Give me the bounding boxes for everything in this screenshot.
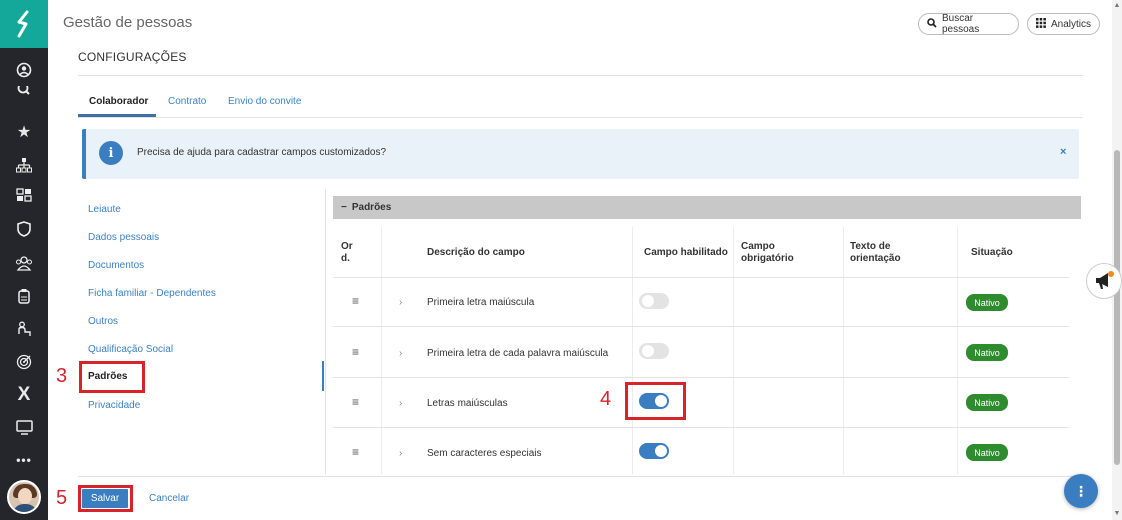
scroll-up-icon[interactable]: ▲ <box>1113 2 1121 10</box>
analytics-button[interactable]: Analytics <box>1027 13 1100 35</box>
field-description: Sem caracteres especiais <box>427 448 542 459</box>
org-chart-icon[interactable] <box>0 153 48 177</box>
row-divider <box>333 377 1069 378</box>
app-title: Gestão de pessoas <box>63 14 193 31</box>
annotation-box <box>79 361 145 393</box>
row-divider <box>333 277 1069 278</box>
col-divider <box>632 227 633 474</box>
sidebar: ★ X ••• <box>0 0 48 520</box>
active-nav-indicator <box>322 361 324 391</box>
nav-item-qualificacao-social[interactable]: Qualificação Social <box>88 344 173 355</box>
chevron-right-icon[interactable]: › <box>399 398 402 409</box>
header-description: Descrição do campo <box>427 247 525 258</box>
col-divider <box>843 227 844 474</box>
field-description: Primeira letra maiúscula <box>427 297 535 308</box>
tabs-divider <box>78 117 1083 118</box>
divider <box>78 75 1083 76</box>
section-header-padroes[interactable]: − Padrões <box>333 196 1081 219</box>
section-title: Padrões <box>351 202 392 213</box>
row-divider <box>333 427 1069 428</box>
chevron-right-icon[interactable]: › <box>399 448 402 459</box>
nav-divider <box>325 189 326 474</box>
scroll-thumb[interactable] <box>1114 150 1120 465</box>
more-icon[interactable]: ••• <box>0 448 48 472</box>
header-guidance: Texto de orientação <box>850 241 901 265</box>
header-status: Situação <box>971 247 1013 258</box>
annotation-number: 3 <box>56 365 68 387</box>
header-required: Campo obrigatório <box>741 241 794 265</box>
x-icon[interactable]: X <box>0 383 48 407</box>
annotation-box <box>625 382 686 420</box>
header-guidance-line2: orientação <box>850 253 901 264</box>
search-people-label: Buscar pessoas <box>942 13 980 35</box>
header-enabled: Campo habilitado <box>644 247 728 258</box>
status-badge: Nativo <box>966 444 1008 461</box>
header-required-line2: obrigatório <box>741 253 794 264</box>
chevron-right-icon[interactable]: › <box>399 297 402 308</box>
team-icon[interactable] <box>0 251 48 275</box>
drag-handle-icon[interactable]: ≡ <box>352 345 359 359</box>
analytics-label: Analytics <box>1051 18 1092 30</box>
tab-envio-do-convite[interactable]: Envio do convite <box>228 96 301 107</box>
target-icon[interactable] <box>0 350 48 374</box>
header-ord-line2: d. <box>341 253 350 264</box>
nav-item-documentos[interactable]: Documentos <box>88 260 144 271</box>
shield-icon[interactable] <box>0 217 48 241</box>
search-people-button[interactable]: Buscar pessoas <box>918 13 1019 35</box>
person-desk-icon[interactable] <box>0 317 48 341</box>
col-divider <box>957 227 958 474</box>
col-divider <box>381 227 382 474</box>
info-banner: i Precisa de ajuda para cadastrar campos… <box>82 129 1079 179</box>
grid-icon <box>1036 17 1046 31</box>
field-description: Primeira letra de cada palavra maiúscula <box>427 348 609 359</box>
collapse-icon[interactable]: − <box>341 202 347 213</box>
nav-item-leiaute[interactable]: Leiaute <box>88 204 121 215</box>
nav-item-outros[interactable]: Outros <box>88 316 118 327</box>
info-text: Precisa de ajuda para cadastrar campos c… <box>137 147 387 158</box>
tab-contrato[interactable]: Contrato <box>168 96 206 107</box>
col-divider <box>733 227 734 474</box>
page-title: CONFIGURAÇÕES <box>78 50 187 64</box>
star-icon[interactable]: ★ <box>0 120 48 144</box>
logo-icon[interactable] <box>0 0 48 48</box>
annotation-number: 4 <box>600 388 612 410</box>
enabled-toggle[interactable] <box>639 343 669 359</box>
nav-item-dados-pessoais[interactable]: Dados pessoais <box>88 232 159 243</box>
page-scrollbar[interactable]: ▲ ▼ <box>1112 0 1122 520</box>
search-icon[interactable] <box>0 86 48 100</box>
monitor-icon[interactable] <box>0 415 48 439</box>
drag-handle-icon[interactable]: ≡ <box>352 445 359 459</box>
status-badge: Nativo <box>966 294 1008 311</box>
drag-handle-icon[interactable]: ≡ <box>352 395 359 409</box>
help-fab-button[interactable]: ⋮ <box>1064 474 1098 508</box>
header-guidance-line1: Texto de <box>850 241 891 252</box>
field-description: Letras maiúsculas <box>427 398 508 409</box>
annotation-number: 5 <box>56 487 68 509</box>
people-icon[interactable] <box>0 183 48 207</box>
enabled-toggle[interactable] <box>639 293 669 309</box>
info-icon: i <box>99 141 123 165</box>
status-badge: Nativo <box>966 394 1008 411</box>
header-ord-line1: Or <box>341 241 353 252</box>
search-icon <box>927 17 937 31</box>
enabled-toggle[interactable] <box>639 443 669 459</box>
status-badge: Nativo <box>966 344 1008 361</box>
row-divider <box>333 326 1069 327</box>
close-icon[interactable]: × <box>1060 146 1066 158</box>
footer-divider <box>78 476 1078 477</box>
header-ord: Or d. <box>341 241 353 265</box>
clipboard-icon[interactable] <box>0 284 48 308</box>
user-circle-icon[interactable] <box>0 58 48 82</box>
nav-item-ficha-familiar[interactable]: Ficha familiar - Dependentes <box>88 288 216 299</box>
megaphone-icon[interactable] <box>1086 263 1122 299</box>
header-required-line1: Campo <box>741 241 775 252</box>
drag-handle-icon[interactable]: ≡ <box>352 294 359 308</box>
tab-colaborador[interactable]: Colaborador <box>89 96 148 107</box>
avatar[interactable] <box>7 480 41 514</box>
nav-item-privacidade[interactable]: Privacidade <box>88 400 140 411</box>
save-button[interactable]: Salvar <box>82 489 128 508</box>
cancel-button[interactable]: Cancelar <box>149 493 189 504</box>
scroll-down-icon[interactable]: ▼ <box>1113 510 1121 518</box>
chevron-right-icon[interactable]: › <box>399 348 402 359</box>
